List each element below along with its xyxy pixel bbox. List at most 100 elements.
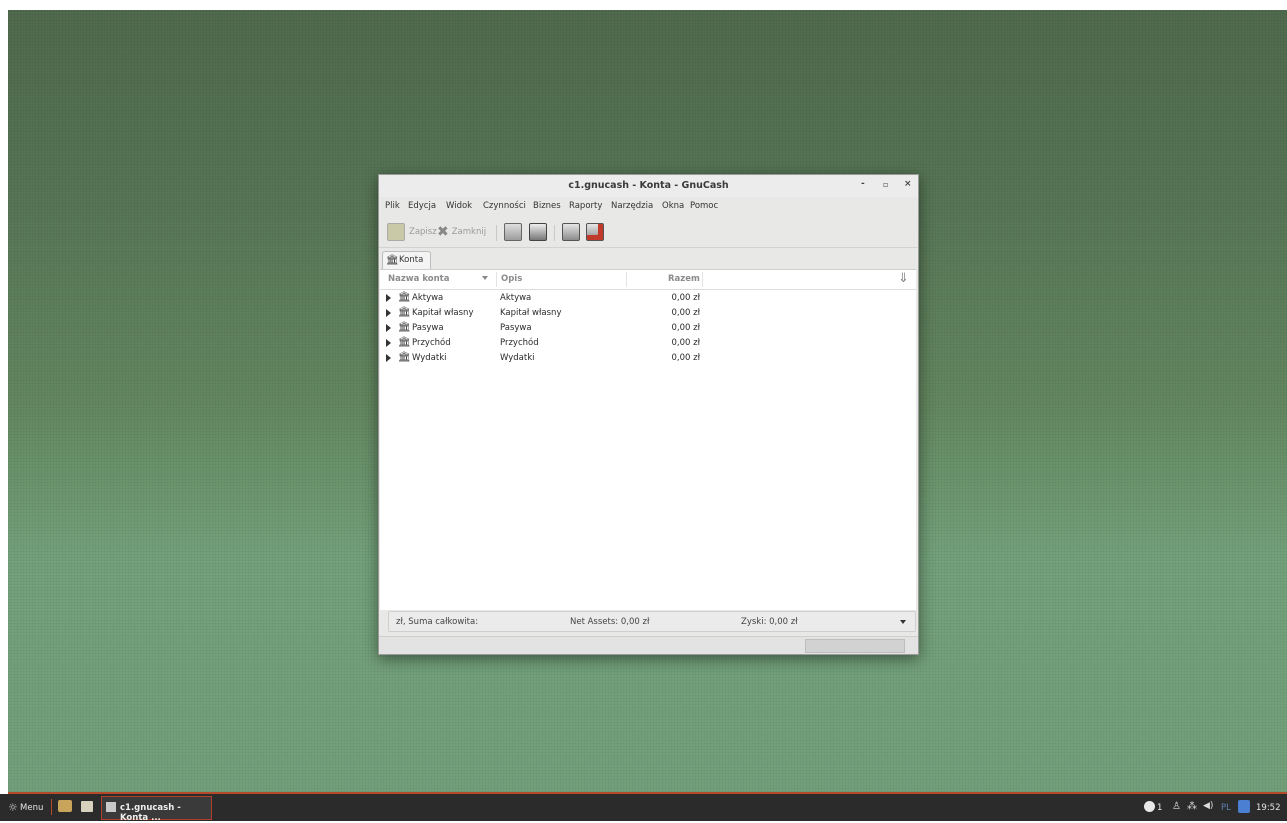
net-assets-value: Net Assets: 0,00 zł bbox=[570, 617, 650, 627]
taskbar-separator bbox=[51, 799, 52, 815]
account-name: Aktywa bbox=[412, 293, 444, 303]
bank-icon: 🏛 bbox=[386, 255, 399, 266]
window-title: c1.gnucash - Konta - GnuCash bbox=[568, 180, 729, 191]
new-account-button[interactable] bbox=[562, 223, 580, 241]
close-button[interactable]: × bbox=[904, 179, 912, 189]
volume-icon[interactable]: ◀) bbox=[1203, 801, 1213, 811]
bank-icon: 🏛 bbox=[398, 337, 411, 348]
sort-arrow-icon bbox=[482, 276, 488, 280]
clock[interactable]: 19:52 bbox=[1256, 803, 1281, 813]
window-titlebar[interactable]: c1.gnucash - Konta - GnuCash - ▫ × bbox=[379, 175, 918, 197]
menu-bar: Plik Edycja Widok Czynności Biznes Rapor… bbox=[379, 199, 918, 215]
start-menu-button[interactable]: Menu bbox=[20, 803, 43, 813]
delete-account-icon bbox=[586, 223, 604, 241]
account-button[interactable] bbox=[529, 223, 547, 241]
toolbar-separator bbox=[496, 225, 497, 241]
account-description: Wydatki bbox=[500, 353, 535, 363]
account-total: 0,00 zł bbox=[671, 323, 700, 333]
account-description: Przychód bbox=[500, 338, 539, 348]
menu-biznes[interactable]: Biznes bbox=[533, 201, 561, 211]
expander-arrow-icon[interactable] bbox=[386, 354, 391, 362]
taskbar-window-label: c1.gnucash - Konta ... bbox=[120, 803, 181, 823]
close-tab-button[interactable]: ✖ Zamknij bbox=[437, 223, 486, 241]
open-folder-icon bbox=[504, 223, 522, 241]
notification-count: 1 bbox=[1157, 803, 1163, 813]
column-header-description[interactable]: Opis bbox=[501, 274, 522, 284]
taskbar: ☼ Menu c1.gnucash - Konta ... 1 ♙ ⁂ ◀) P… bbox=[0, 794, 1287, 823]
open-button[interactable] bbox=[504, 223, 522, 241]
account-total: 0,00 zł bbox=[671, 293, 700, 303]
menu-edycja[interactable]: Edycja bbox=[408, 201, 436, 211]
delete-account-button[interactable] bbox=[586, 223, 604, 241]
table-row[interactable]: 🏛 Kapitał własny Kapitał własny 0,00 zł bbox=[380, 306, 916, 321]
account-description: Pasywa bbox=[500, 323, 532, 333]
menu-czynnosci[interactable]: Czynności bbox=[483, 201, 526, 211]
accounts-tree: Nazwa konta Opis Razem ⇓ 🏛 Aktywa Aktywa… bbox=[380, 269, 916, 610]
user-icon[interactable]: ♙ bbox=[1172, 801, 1181, 812]
tab-konta-label: Konta bbox=[399, 255, 424, 265]
summary-label: zł, Suma całkowita: bbox=[396, 617, 479, 627]
column-header-row: Nazwa konta Opis Razem ⇓ bbox=[380, 270, 916, 290]
gnucash-app-icon bbox=[106, 802, 116, 812]
table-row[interactable]: 🏛 Pasywa Pasywa 0,00 zł bbox=[380, 321, 916, 336]
table-row[interactable]: 🏛 Aktywa Aktywa 0,00 zł bbox=[380, 291, 916, 306]
column-header-total[interactable]: Razem bbox=[668, 274, 700, 284]
expander-arrow-icon[interactable] bbox=[386, 339, 391, 347]
progress-bar bbox=[805, 639, 905, 653]
account-icon bbox=[529, 223, 547, 241]
column-divider bbox=[626, 272, 627, 287]
menu-okna[interactable]: Okna bbox=[662, 201, 684, 211]
column-divider bbox=[702, 272, 703, 287]
tab-konta[interactable]: 🏛 Konta bbox=[382, 251, 431, 269]
save-label: Zapisz bbox=[409, 227, 437, 237]
menu-gear-icon: ☼ bbox=[8, 801, 18, 814]
status-bar bbox=[379, 636, 918, 654]
notification-icon[interactable] bbox=[1144, 801, 1155, 812]
column-divider bbox=[496, 272, 497, 287]
summary-dropdown-icon[interactable] bbox=[900, 620, 906, 624]
maximize-button[interactable]: ▫ bbox=[883, 180, 888, 189]
save-button[interactable]: Zapisz bbox=[387, 223, 437, 241]
bluetooth-icon[interactable] bbox=[1238, 800, 1250, 813]
files-launcher-icon[interactable] bbox=[58, 800, 72, 812]
expander-arrow-icon[interactable] bbox=[386, 324, 391, 332]
network-icon[interactable]: ⁂ bbox=[1187, 801, 1197, 812]
bank-icon: 🏛 bbox=[398, 307, 411, 318]
account-name: Wydatki bbox=[412, 353, 447, 363]
account-total: 0,00 zł bbox=[671, 353, 700, 363]
account-description: Kapitał własny bbox=[500, 308, 562, 318]
account-name: Przychód bbox=[412, 338, 451, 348]
gnucash-window: c1.gnucash - Konta - GnuCash - ▫ × Plik … bbox=[378, 174, 919, 655]
save-icon bbox=[387, 223, 405, 241]
new-account-icon bbox=[562, 223, 580, 241]
table-row[interactable]: 🏛 Wydatki Wydatki 0,00 zł bbox=[380, 351, 916, 366]
bank-icon: 🏛 bbox=[398, 292, 411, 303]
account-name: Kapitał własny bbox=[412, 308, 474, 318]
column-header-name[interactable]: Nazwa konta bbox=[388, 274, 449, 284]
folder-launcher-icon[interactable] bbox=[81, 801, 93, 812]
expander-arrow-icon[interactable] bbox=[386, 309, 391, 317]
profits-value: Zyski: 0,00 zł bbox=[741, 617, 798, 627]
expander-arrow-icon[interactable] bbox=[386, 294, 391, 302]
account-name: Pasywa bbox=[412, 323, 444, 333]
close-x-icon: ✖ bbox=[437, 224, 449, 240]
table-row[interactable]: 🏛 Przychód Przychód 0,00 zł bbox=[380, 336, 916, 351]
column-chooser-icon[interactable]: ⇓ bbox=[898, 271, 909, 286]
summary-bar: zł, Suma całkowita: Net Assets: 0,00 zł … bbox=[388, 611, 916, 632]
keyboard-layout[interactable]: PL bbox=[1221, 803, 1231, 813]
account-total: 0,00 zł bbox=[671, 308, 700, 318]
menu-pomoc[interactable]: Pomoc bbox=[690, 201, 718, 211]
taskbar-window-button[interactable]: c1.gnucash - Konta ... bbox=[101, 796, 212, 823]
bank-icon: 🏛 bbox=[398, 352, 411, 363]
bank-icon: 🏛 bbox=[398, 322, 411, 333]
toolbar: Zapisz ✖ Zamknij bbox=[379, 217, 918, 248]
menu-raporty[interactable]: Raporty bbox=[569, 201, 602, 211]
menu-plik[interactable]: Plik bbox=[385, 201, 400, 211]
menu-narzedzia[interactable]: Narzędzia bbox=[611, 201, 653, 211]
close-label: Zamknij bbox=[451, 227, 487, 237]
account-total: 0,00 zł bbox=[671, 338, 700, 348]
toolbar-separator bbox=[554, 225, 555, 241]
minimize-button[interactable]: - bbox=[861, 179, 865, 189]
account-description: Aktywa bbox=[500, 293, 532, 303]
menu-widok[interactable]: Widok bbox=[446, 201, 472, 211]
